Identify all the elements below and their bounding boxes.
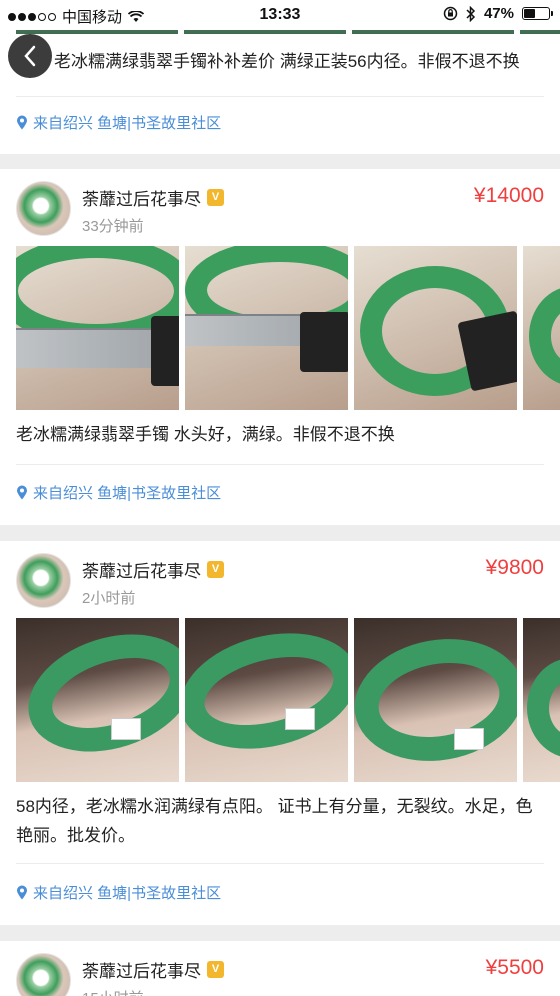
photo[interactable] [16,618,179,782]
post-description: 58内径，老冰糯水润满绿有点阳。 证书上有分量，无裂纹。水足，色艳丽。批发价。 [16,797,533,845]
bluetooth-icon [466,5,476,22]
photo[interactable] [354,246,517,410]
post-card[interactable]: 荼蘼过后花事尽 V 2小时前 ¥9800 58内径，老冰糯水润满绿有点阳。 证书… [0,541,560,925]
price: ¥5500 [485,956,544,979]
photo-gallery[interactable] [16,246,560,410]
photo[interactable] [523,246,560,410]
chevron-left-icon [24,45,36,67]
post-card[interactable]: 荼蘼过后花事尽 V 15小时前 ¥5500 [0,941,560,996]
location-pin-icon [17,115,27,130]
photo[interactable] [185,618,348,782]
back-button[interactable] [8,34,52,78]
post-time: 33分钟前 [82,218,144,235]
post-location[interactable]: 来自绍兴 鱼塘|书圣故里社区 [16,482,221,503]
photo[interactable] [185,246,348,410]
post-description: 老冰糯满绿翡翠手镯 水头好，满绿。非假不退不换 [16,425,395,444]
post-location[interactable]: 来自绍兴 鱼塘|书圣故里社区 [16,112,221,133]
photo[interactable] [16,246,179,410]
verified-badge-icon: V [207,189,224,206]
verified-badge-icon: V [207,561,224,578]
battery-percent: 47% [483,5,514,22]
post-time: 15小时前 [82,987,144,996]
username[interactable]: 荼蘼过后花事尽 V [82,185,224,210]
username[interactable]: 荼蘼过后花事尽 V [82,557,224,582]
price: ¥14000 [473,184,544,207]
avatar[interactable] [16,953,71,996]
photo[interactable] [354,618,517,782]
location-pin-icon [17,485,27,500]
verified-badge-icon: V [207,961,224,978]
status-bar: 中国移动 13:33 47% [0,0,560,30]
post-time: 2小时前 [82,590,136,607]
photo-gallery[interactable] [16,618,560,782]
username[interactable]: 荼蘼过后花事尽 V [82,957,224,982]
avatar[interactable] [16,553,71,608]
location-pin-icon [17,885,27,900]
price: ¥9800 [485,556,544,579]
photo[interactable] [523,618,560,782]
post-description: 老冰糯满绿翡翠手镯补补差价 满绿正装56内径。非假不退不换 [54,52,520,71]
rotation-lock-icon [443,6,458,21]
post-card[interactable]: 荼蘼过后花事尽 V 33分钟前 ¥14000 老冰糯满绿翡翠手镯 水头好，满绿。… [0,169,560,525]
avatar[interactable] [16,181,71,236]
post-location[interactable]: 来自绍兴 鱼塘|书圣故里社区 [16,882,221,903]
battery-icon [522,7,553,20]
